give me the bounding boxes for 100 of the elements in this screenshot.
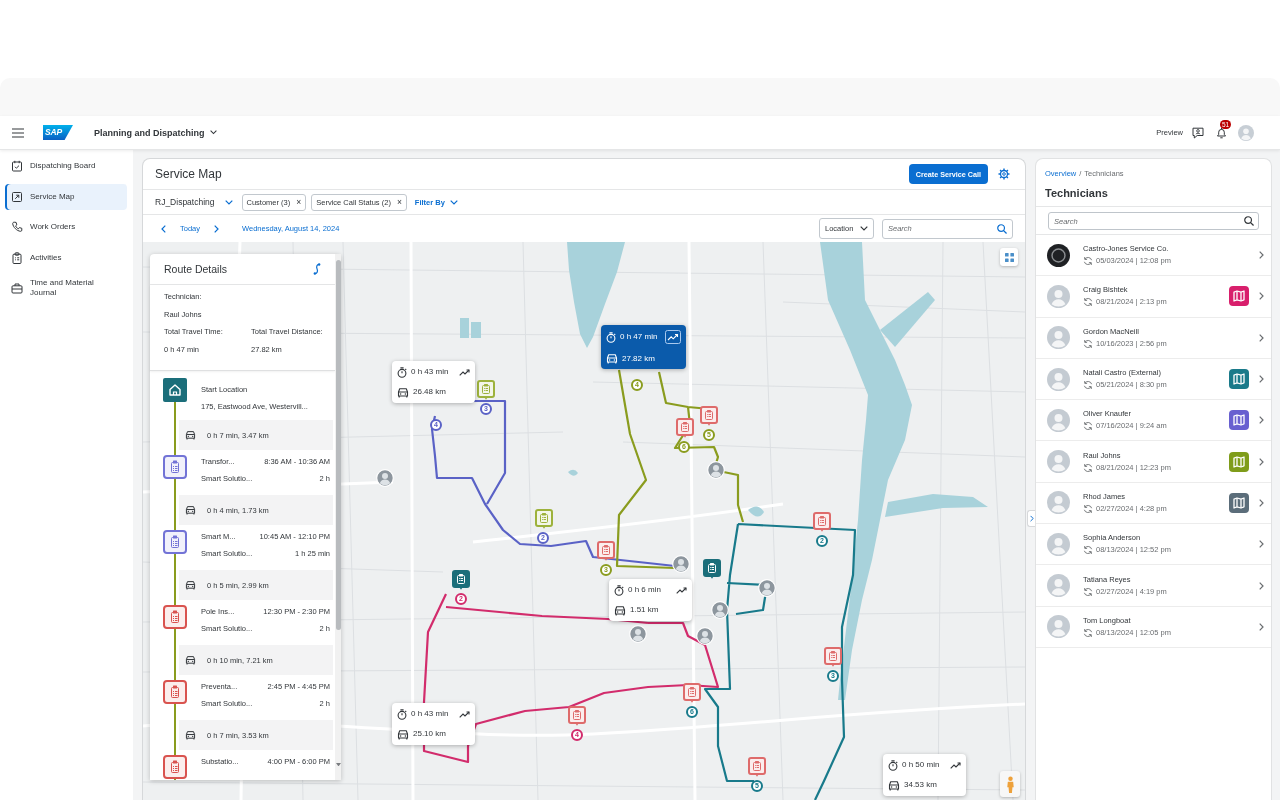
map-icon[interactable] — [1229, 286, 1249, 307]
clipboard-marker[interactable] — [703, 559, 721, 579]
technician-marker[interactable] — [629, 625, 647, 643]
home-icon — [163, 378, 187, 402]
travel-distance: 27.82 km — [622, 353, 655, 364]
search-icon[interactable] — [1244, 216, 1254, 226]
sync-icon — [1083, 256, 1093, 267]
grid-view-button[interactable] — [1000, 248, 1018, 266]
clipboard-marker[interactable] — [813, 512, 831, 532]
briefcase-icon — [11, 282, 23, 294]
map-icon[interactable] — [1229, 369, 1249, 390]
scrollbar[interactable] — [335, 254, 341, 780]
remove-filter-button[interactable]: × — [396, 197, 402, 207]
caret-down-icon[interactable] — [335, 762, 341, 766]
sync-icon — [1083, 503, 1093, 514]
settings-icon[interactable] — [998, 168, 1010, 180]
chevron-right-icon[interactable] — [1259, 622, 1264, 631]
sync-icon — [1083, 421, 1093, 432]
route-summary-card[interactable]: 0 h 50 min 34.53 km — [883, 754, 966, 796]
travel-time: 0 h 6 min — [628, 585, 661, 595]
technician-marker[interactable] — [711, 601, 729, 619]
chevron-right-icon[interactable] — [1259, 416, 1264, 425]
sync-icon — [1083, 627, 1093, 638]
avatar-icon — [1047, 450, 1070, 474]
chevron-right-icon[interactable] — [214, 224, 219, 233]
clipboard-marker[interactable] — [683, 683, 701, 703]
avatar-icon — [1047, 284, 1070, 308]
chevron-left-icon[interactable] — [161, 224, 166, 233]
trend-icon[interactable] — [459, 368, 470, 376]
technician-marker[interactable] — [376, 469, 394, 487]
clipboard-marker[interactable] — [597, 541, 615, 561]
phone-icon — [11, 221, 23, 233]
nav-item[interactable]: Work Orders — [5, 214, 127, 240]
chevron-right-icon[interactable] — [1259, 540, 1264, 549]
avatar-icon — [1047, 408, 1070, 432]
nav-item[interactable]: Time and Material Journal — [5, 275, 127, 301]
route-summary-card[interactable]: 0 h 43 min 26.48 km — [392, 361, 475, 403]
travel-time: 0 h 43 min — [411, 709, 449, 719]
travel-distance: 25.10 km — [413, 729, 446, 739]
clipboard-marker[interactable] — [568, 706, 586, 726]
chevron-right-icon[interactable] — [1259, 375, 1264, 384]
chevron-right-icon[interactable] — [1259, 498, 1264, 507]
variant-select[interactable]: RJ_Dispatching — [155, 197, 233, 207]
car-icon — [185, 505, 196, 515]
clipboard-marker[interactable] — [824, 647, 842, 667]
scrollbar-thumb[interactable] — [335, 260, 341, 630]
technician-marker[interactable] — [672, 555, 690, 573]
calendar-icon — [11, 160, 23, 172]
map-icon[interactable] — [1229, 410, 1249, 431]
chevron-right-icon[interactable] — [1259, 292, 1264, 301]
technician-marker[interactable] — [758, 579, 776, 597]
stopwatch-icon — [888, 759, 898, 771]
app-title-menu[interactable]: Planning and Dispatching — [94, 127, 217, 138]
chevron-down-icon — [860, 226, 868, 231]
trend-icon[interactable] — [459, 710, 470, 718]
pond — [568, 469, 578, 476]
stopwatch-icon — [397, 708, 407, 720]
chevron-right-icon[interactable] — [1259, 581, 1264, 590]
route-summary-card[interactable]: 0 h 47 min 27.82 km — [601, 325, 686, 369]
route-icon[interactable] — [313, 263, 321, 275]
car-icon — [185, 730, 196, 740]
pond — [748, 506, 764, 517]
menu-icon[interactable] — [12, 127, 24, 138]
map-icon[interactable] — [1229, 492, 1249, 513]
technician-marker[interactable] — [696, 627, 714, 645]
sync-icon — [1083, 462, 1093, 473]
chevron-right-icon[interactable] — [1259, 457, 1264, 466]
avatar-icon — [1047, 615, 1070, 639]
route-summary-card[interactable]: 0 h 6 min 1.51 km — [609, 579, 692, 621]
clipboard-marker[interactable] — [700, 406, 718, 426]
nav-item[interactable]: Service Map — [5, 183, 127, 210]
car-icon — [614, 604, 626, 616]
clipboard-marker[interactable] — [477, 380, 495, 400]
avatar-icon — [1047, 326, 1070, 350]
avatar-icon — [1047, 532, 1070, 556]
chevron-right-icon[interactable] — [1259, 333, 1264, 342]
clipboard-marker[interactable] — [676, 418, 694, 438]
chevron-right-icon[interactable] — [1259, 251, 1264, 260]
clipboard-marker[interactable] — [535, 509, 553, 529]
speech-bubble-icon[interactable] — [1192, 126, 1204, 139]
travel-distance: 26.48 km — [413, 387, 446, 397]
travel-time: 0 h 43 min — [411, 367, 449, 377]
chevron-down-icon — [224, 199, 233, 205]
clipboard-marker[interactable] — [748, 757, 766, 777]
trend-icon[interactable] — [676, 586, 687, 594]
remove-filter-button[interactable]: × — [296, 197, 302, 207]
sync-icon — [1083, 297, 1093, 308]
nav-item[interactable]: Activities — [5, 244, 127, 271]
logo[interactable]: SAP — [43, 125, 73, 140]
avatar-icon — [1047, 491, 1070, 515]
collapse-handle[interactable] — [1027, 510, 1035, 527]
clipboard-marker[interactable] — [452, 570, 470, 590]
person-icon — [1005, 775, 1015, 793]
nav-item[interactable]: Dispatching Board — [5, 153, 127, 179]
technician-marker[interactable] — [707, 461, 725, 479]
route-summary-card[interactable]: 0 h 43 min 25.10 km — [392, 703, 475, 745]
trend-icon[interactable] — [950, 761, 961, 769]
bell-icon[interactable] — [1216, 126, 1227, 139]
map-icon[interactable] — [1229, 451, 1249, 472]
chevron-right-icon — [1029, 515, 1034, 522]
